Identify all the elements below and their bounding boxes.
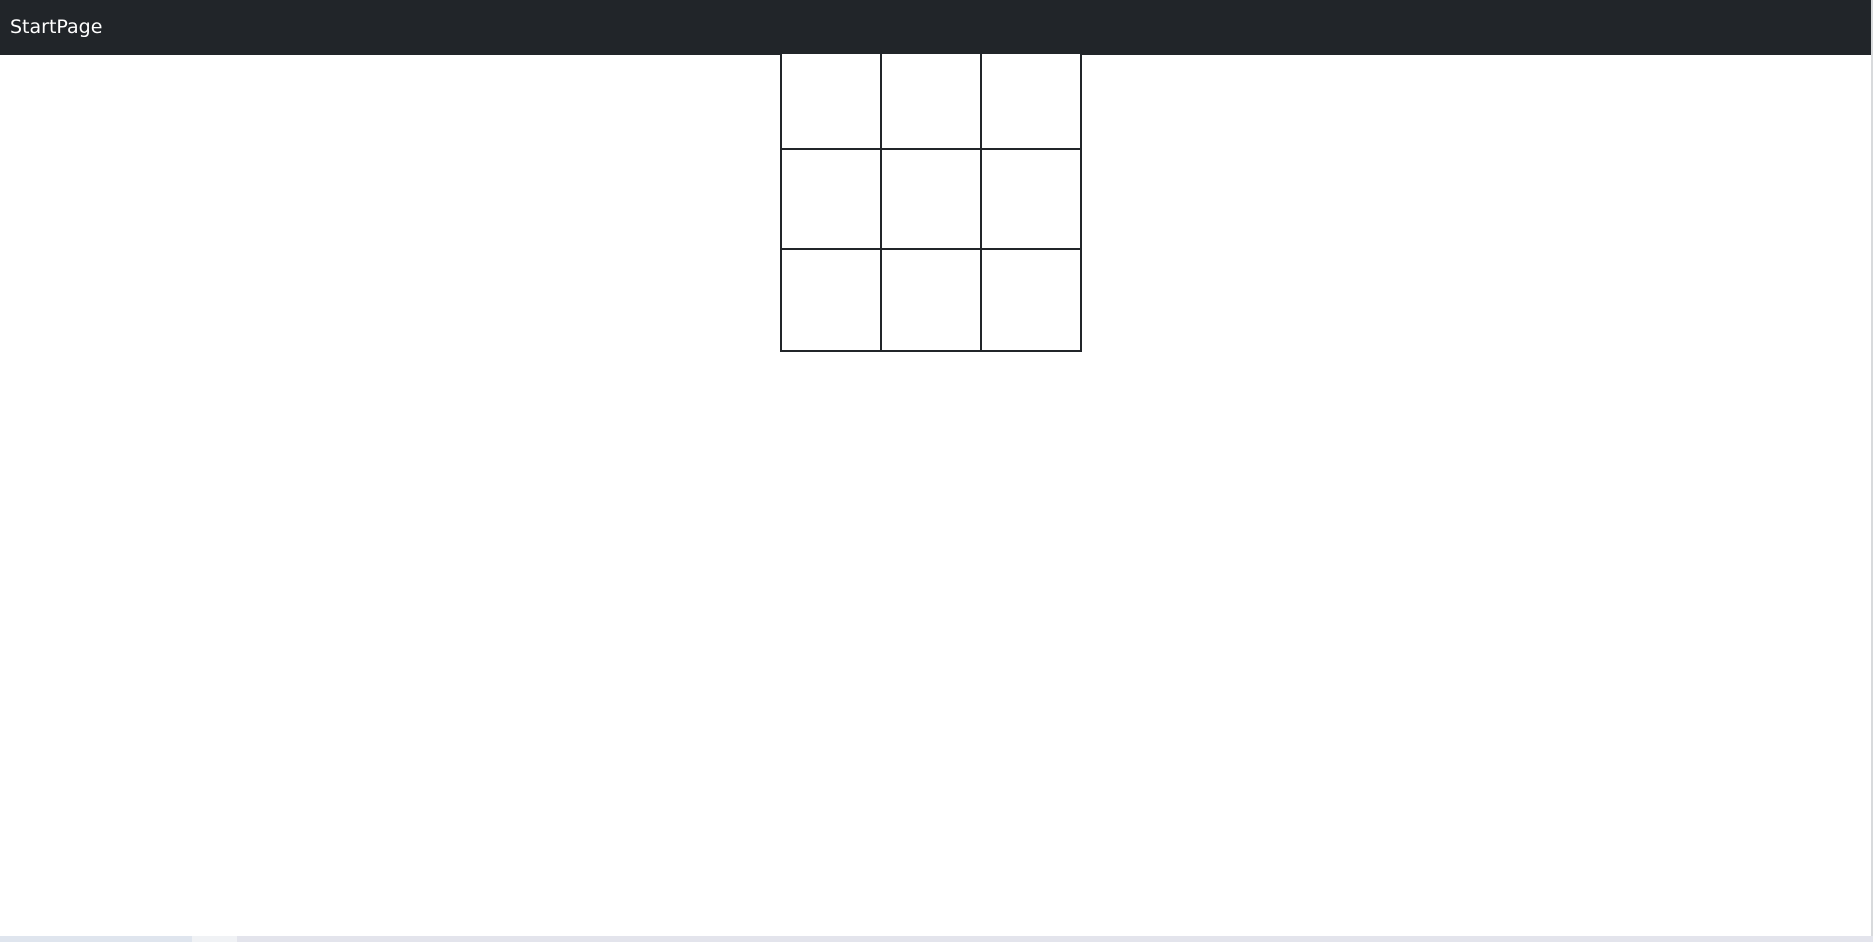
board-cell-2-2[interactable]	[982, 250, 1082, 350]
board-cell-0-1[interactable]	[882, 54, 982, 150]
brand-link[interactable]: StartPage	[10, 18, 102, 37]
board-cell-2-1[interactable]	[882, 250, 982, 350]
taskbar-segment	[192, 936, 237, 942]
taskbar-segment	[237, 936, 1873, 942]
bottom-taskbar-strip	[0, 936, 1873, 942]
taskbar-segment	[0, 936, 192, 942]
top-navbar: StartPage	[0, 0, 1871, 55]
page-viewport: StartPage	[0, 0, 1873, 942]
board-cell-0-0[interactable]	[782, 54, 882, 150]
board-cell-2-0[interactable]	[782, 250, 882, 350]
tic-tac-toe-board	[780, 54, 1082, 352]
board-cell-1-2[interactable]	[982, 150, 1082, 250]
board-cell-0-2[interactable]	[982, 54, 1082, 150]
board-cell-1-0[interactable]	[782, 150, 882, 250]
tic-tac-toe-board-container	[780, 54, 1082, 352]
board-cell-1-1[interactable]	[882, 150, 982, 250]
